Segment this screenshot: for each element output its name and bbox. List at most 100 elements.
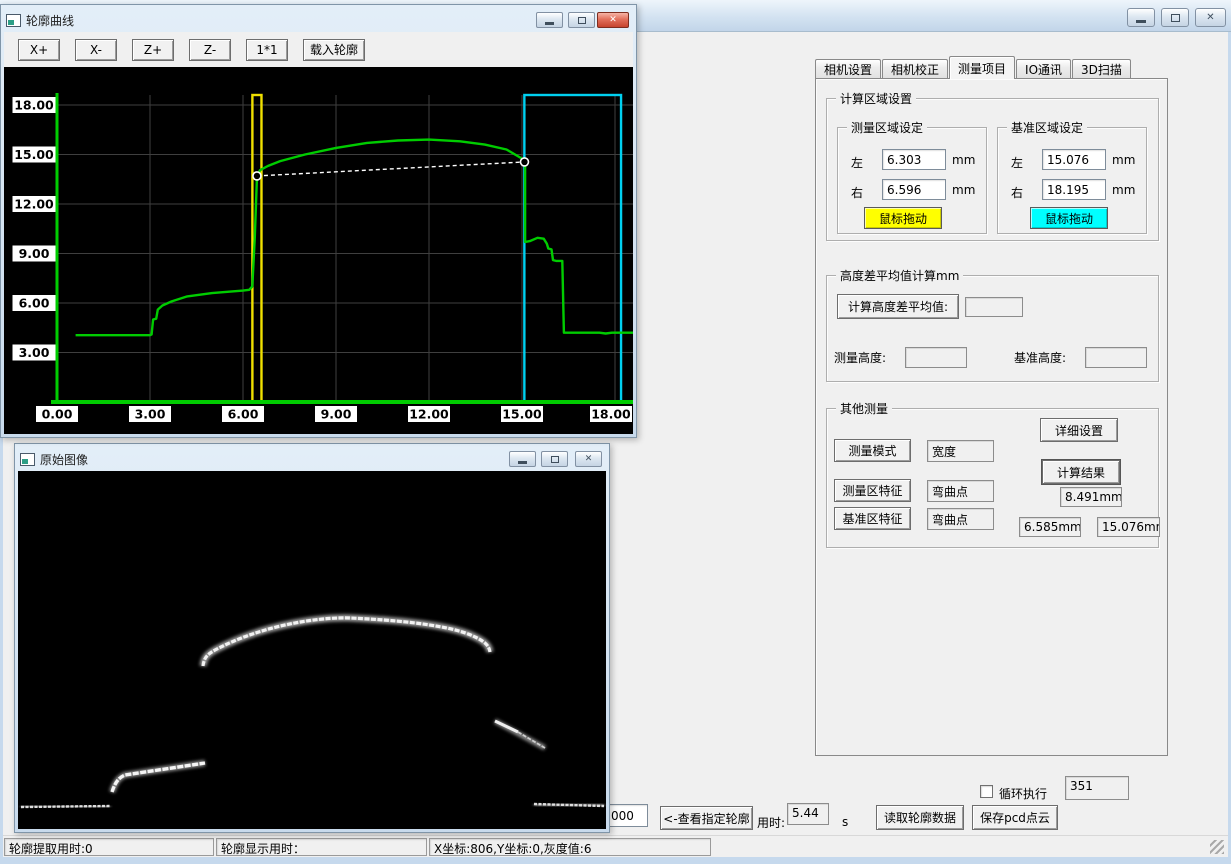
resize-grip[interactable] — [1210, 840, 1224, 854]
main-close-button[interactable]: ✕ — [1195, 8, 1226, 27]
profile-chart[interactable]: 18.0015.0012.009.006.003.000.003.006.009… — [4, 67, 633, 434]
measure-mode-button[interactable]: 测量模式 — [834, 439, 911, 462]
tab-3d-scan[interactable]: 3D扫描 — [1072, 59, 1131, 79]
result-height-value: 8.491mm — [1060, 487, 1122, 507]
loop-exec-checkbox[interactable] — [980, 785, 993, 798]
status-bar: 轮廓提取用时:0 轮廓显示用时： X坐标:806,Y坐标:0,灰度值:6 — [3, 835, 1228, 857]
svg-text:15.00: 15.00 — [14, 147, 54, 162]
main-window-bottom-border — [0, 857, 1231, 864]
reference-region-group: 基准区域设定 左 mm 右 mm 鼠标拖动 — [997, 127, 1147, 234]
unit-label: mm — [952, 183, 975, 197]
other-measure-group: 其他测量 详细设置 测量模式 宽度 计算结果 测量区特征 弯曲点 8.491mm… — [826, 408, 1159, 548]
measure-height-label: 测量高度: — [834, 349, 886, 366]
z-plus-button[interactable]: Z+ — [132, 39, 174, 61]
close-icon: ✕ — [1206, 13, 1214, 23]
profile-chart-area[interactable]: 18.0015.0012.009.006.003.000.003.006.009… — [4, 67, 633, 434]
tab-label: 3D扫描 — [1081, 61, 1122, 78]
status-display-time: 轮廓显示用时： — [216, 838, 427, 856]
measure-left-label: 左 — [851, 154, 863, 171]
measure-feature-button[interactable]: 测量区特征 — [834, 479, 911, 502]
loop-count-value: 351 — [1065, 776, 1129, 800]
raw-image-view — [18, 471, 606, 829]
unit-label: mm — [952, 153, 975, 167]
result-left-value: 6.585mm — [1019, 517, 1081, 537]
x-minus-button[interactable]: X- — [75, 39, 117, 61]
tab-io-comm[interactable]: IO通讯 — [1016, 59, 1071, 79]
calc-region-group: 计算区域设置 测量区域设定 左 mm 右 mm 鼠标拖动 基准区域设定 左 mm… — [826, 98, 1159, 241]
tab-camera-settings[interactable]: 相机设置 — [815, 59, 881, 79]
tab-camera-calibration[interactable]: 相机校正 — [882, 59, 948, 79]
x-plus-button[interactable]: X+ — [18, 39, 60, 61]
reference-right-label: 右 — [1011, 184, 1023, 201]
image-window-titlebar[interactable]: 原始图像 ✕ — [18, 447, 606, 471]
svg-text:18.00: 18.00 — [14, 98, 54, 113]
time-unit-label: s — [842, 815, 848, 829]
status-cursor-info: X坐标:806,Y坐标:0,灰度值:6 — [429, 838, 711, 856]
detail-settings-button[interactable]: 详细设置 — [1040, 418, 1118, 442]
reference-drag-button[interactable]: 鼠标拖动 — [1030, 207, 1108, 229]
reference-right-input[interactable] — [1042, 179, 1106, 200]
tab-measurement-items[interactable]: 测量项目 — [949, 56, 1015, 79]
calc-height-diff-button[interactable]: 计算高度差平均值: — [837, 294, 959, 319]
profile-maximize-button[interactable] — [568, 12, 595, 28]
measurement-tab-page: 计算区域设置 测量区域设定 左 mm 右 mm 鼠标拖动 基准区域设定 左 mm… — [815, 78, 1168, 756]
measure-feature-value: 弯曲点 — [927, 480, 994, 502]
svg-text:12.00: 12.00 — [14, 197, 54, 212]
tab-strip: 相机设置 相机校正 测量项目 IO通讯 3D扫描 — [815, 56, 1171, 79]
load-profile-button[interactable]: 载入轮廓 — [303, 39, 365, 61]
status-extract-time: 轮廓提取用时:0 — [4, 838, 214, 856]
raw-image-window: 原始图像 ✕ — [14, 443, 610, 833]
image-close-button[interactable]: ✕ — [575, 451, 602, 467]
measure-drag-button[interactable]: 鼠标拖动 — [864, 207, 942, 229]
reference-feature-button[interactable]: 基准区特征 — [834, 507, 911, 530]
image-minimize-button[interactable] — [509, 451, 536, 467]
save-pcd-button[interactable]: 保存pcd点云 — [972, 805, 1058, 830]
tab-label: 测量项目 — [958, 60, 1006, 77]
tab-label: IO通讯 — [1025, 61, 1062, 78]
svg-text:15.00: 15.00 — [502, 407, 542, 422]
maximize-icon — [578, 17, 586, 24]
scale-1-1-button[interactable]: 1*1 — [246, 39, 288, 61]
reference-feature-value: 弯曲点 — [927, 508, 994, 530]
svg-text:9.00: 9.00 — [321, 407, 352, 422]
profile-window-titlebar[interactable]: 轮廓曲线 ✕ — [4, 8, 633, 32]
svg-text:3.00: 3.00 — [19, 345, 50, 360]
minimize-icon — [545, 22, 554, 25]
main-minimize-button[interactable] — [1127, 8, 1155, 27]
height-diff-group-label: 高度差平均值计算mm — [836, 267, 963, 284]
z-minus-button[interactable]: Z- — [189, 39, 231, 61]
measure-region-group: 测量区域设定 左 mm 右 mm 鼠标拖动 — [837, 127, 987, 234]
image-maximize-button[interactable] — [541, 451, 568, 467]
profile-minimize-button[interactable] — [536, 12, 563, 28]
measure-left-input[interactable] — [882, 149, 946, 170]
view-profile-button[interactable]: <-查看指定轮廓 — [660, 806, 753, 830]
svg-text:6.00: 6.00 — [19, 296, 50, 311]
main-maximize-button[interactable] — [1161, 8, 1189, 27]
loop-exec-label: 循环执行 — [999, 785, 1047, 802]
measure-region-group-label: 测量区域设定 — [847, 119, 927, 136]
reference-left-input[interactable] — [1042, 149, 1106, 170]
maximize-icon — [1171, 14, 1180, 22]
tab-label: 相机校正 — [891, 61, 939, 78]
svg-text:0.00: 0.00 — [42, 407, 73, 422]
profile-close-button[interactable]: ✕ — [597, 12, 629, 28]
reference-region-group-label: 基准区域设定 — [1007, 119, 1087, 136]
measure-right-input[interactable] — [882, 179, 946, 200]
measure-mode-value: 宽度 — [927, 440, 994, 462]
reference-height-value — [1085, 347, 1147, 368]
measure-right-label: 右 — [851, 184, 863, 201]
unit-label: mm — [1112, 153, 1135, 167]
minimize-icon — [518, 461, 527, 464]
window-icon — [6, 14, 21, 27]
profile-curve-window: 轮廓曲线 ✕ X+ X- Z+ Z- 1*1 载入轮廓 18.00 15.00 12… — [0, 4, 637, 438]
close-icon: ✕ — [585, 455, 593, 464]
reference-left-label: 左 — [1011, 154, 1023, 171]
elapsed-time-value: 5.44 — [787, 803, 829, 825]
elapsed-time-label: 用时: — [757, 814, 785, 831]
close-icon: ✕ — [609, 16, 617, 25]
profile-index-input[interactable] — [606, 804, 648, 827]
svg-text:3.00: 3.00 — [135, 407, 166, 422]
svg-text:9.00: 9.00 — [19, 246, 50, 261]
read-profile-button[interactable]: 读取轮廓数据 — [876, 805, 964, 830]
calc-result-button[interactable]: 计算结果 — [1042, 460, 1120, 484]
